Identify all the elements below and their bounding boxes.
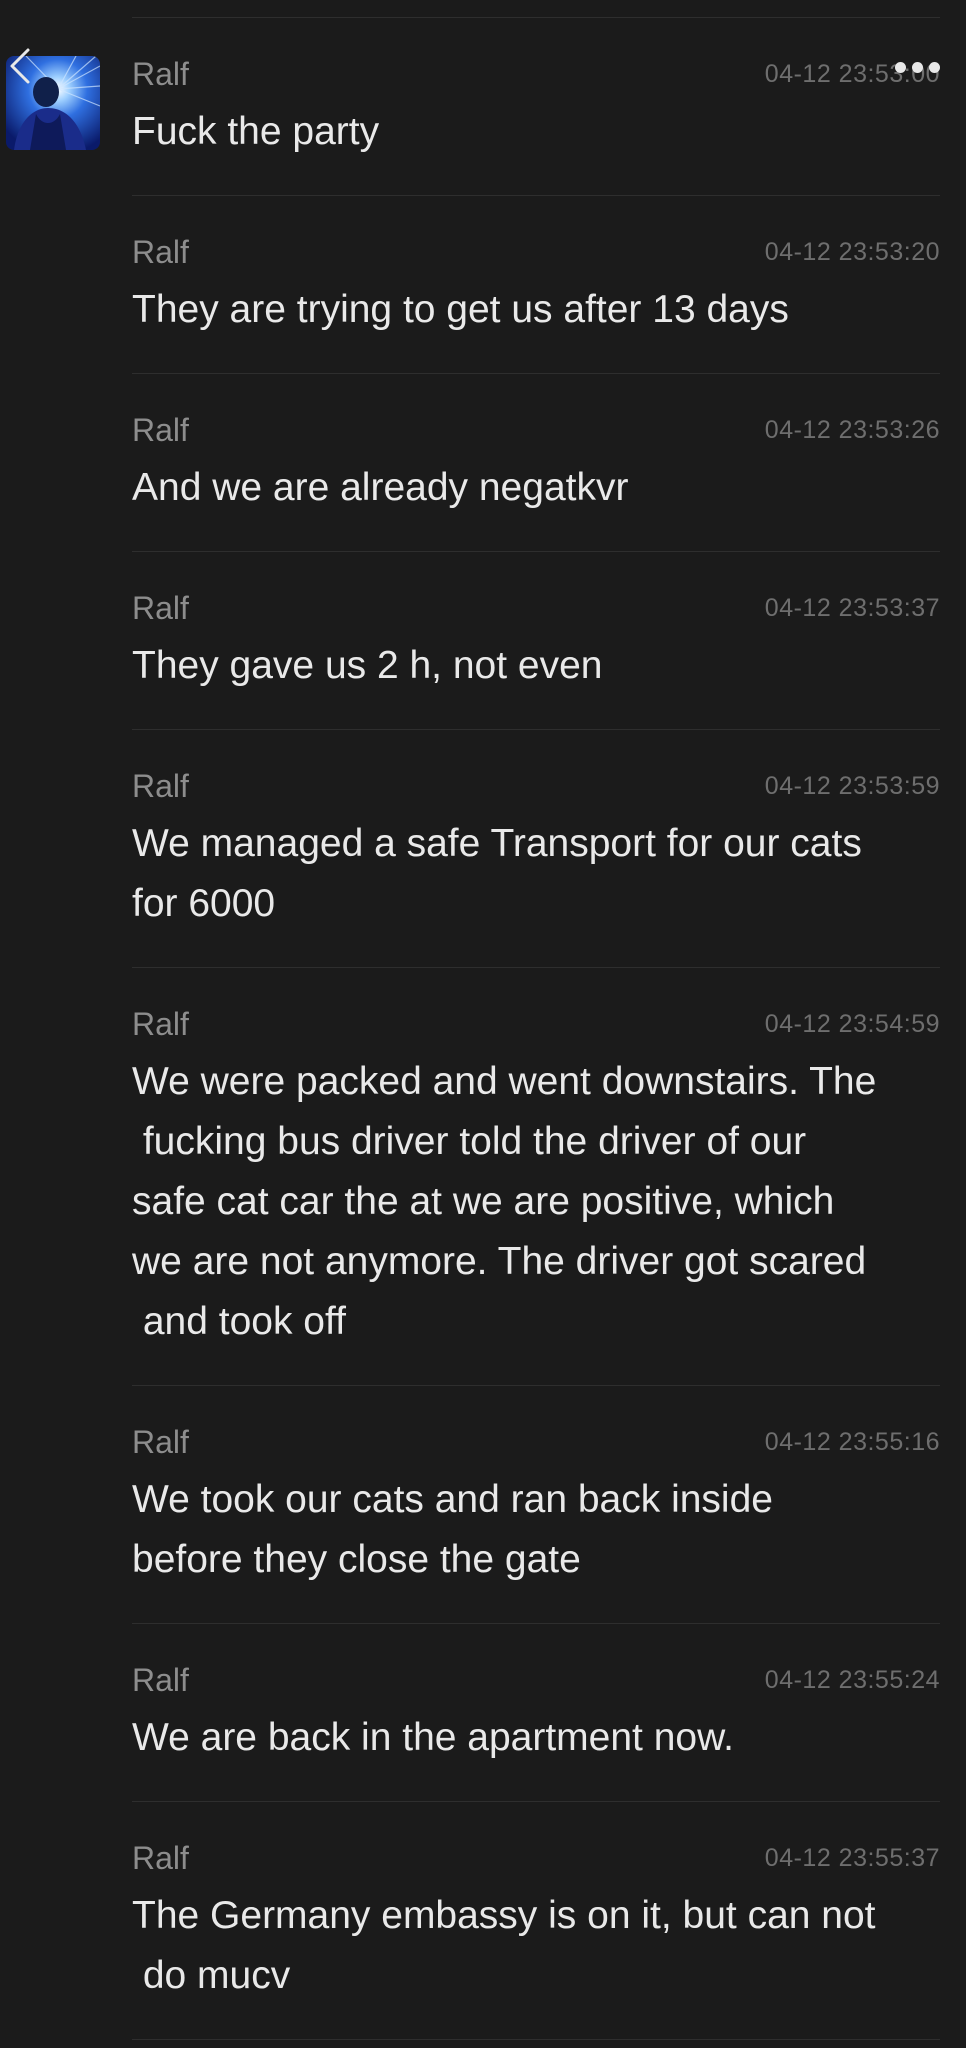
message-list[interactable]: Ralf 04-12 23:53:00 Fuck the party Ralf …: [0, 18, 966, 2040]
message-item[interactable]: Ralf 04-12 23:53:59 We managed a safe Tr…: [132, 730, 940, 968]
message-item[interactable]: Ralf 04-12 23:54:59 We were packed and w…: [132, 968, 940, 1386]
message-text: We took our cats and ran back inside bef…: [132, 1478, 773, 1581]
message-item[interactable]: Ralf 04-12 23:53:00 Fuck the party: [132, 18, 940, 196]
message-timestamp: 04-12 23:54:59: [764, 1010, 940, 1038]
message-text: We were packed and went downstairs. The …: [132, 1060, 877, 1343]
message-text: They gave us 2 h, not even: [132, 644, 603, 687]
message-item[interactable]: Ralf 04-12 23:55:16 We took our cats and…: [132, 1386, 940, 1624]
message-item[interactable]: Ralf 04-12 23:55:37 The Germany embassy …: [132, 1802, 940, 2040]
message-timestamp: 04-12 23:55:37: [764, 1844, 940, 1872]
message-text: And we are already negatkvr: [132, 466, 629, 509]
message-timestamp: 04-12 23:55:24: [764, 1666, 940, 1694]
message-timestamp: 04-12 23:53:26: [764, 416, 940, 444]
message-text: Fuck the party: [132, 110, 380, 153]
message-timestamp: 04-12 23:53:20: [764, 238, 940, 266]
message-text: They are trying to get us after 13 days: [132, 288, 789, 331]
message-timestamp: 04-12 23:55:16: [764, 1428, 940, 1456]
message-item[interactable]: Ralf 04-12 23:53:20 They are trying to g…: [132, 196, 940, 374]
message-item[interactable]: Ralf 04-12 23:53:26 And we are already n…: [132, 374, 940, 552]
message-item[interactable]: Ralf 04-12 23:55:24 We are back in the a…: [132, 1624, 940, 1802]
more-button[interactable]: [878, 56, 940, 78]
message-timestamp: 04-12 23:53:59: [764, 772, 940, 800]
more-dots-icon: [912, 61, 923, 73]
message-text: The Germany embassy is on it, but can no…: [132, 1894, 876, 1997]
back-button[interactable]: [2, 44, 36, 88]
message-text: We are back in the apartment now.: [132, 1716, 734, 1759]
more-dots-icon: [929, 61, 940, 73]
message-text: We managed a safe Transport for our cats…: [132, 822, 862, 925]
message-timestamp: 04-12 23:53:37: [764, 594, 940, 622]
chevron-left-icon: [10, 48, 30, 84]
message-item[interactable]: Ralf 04-12 23:53:37 They gave us 2 h, no…: [132, 552, 940, 730]
more-dots-icon: [895, 61, 906, 73]
